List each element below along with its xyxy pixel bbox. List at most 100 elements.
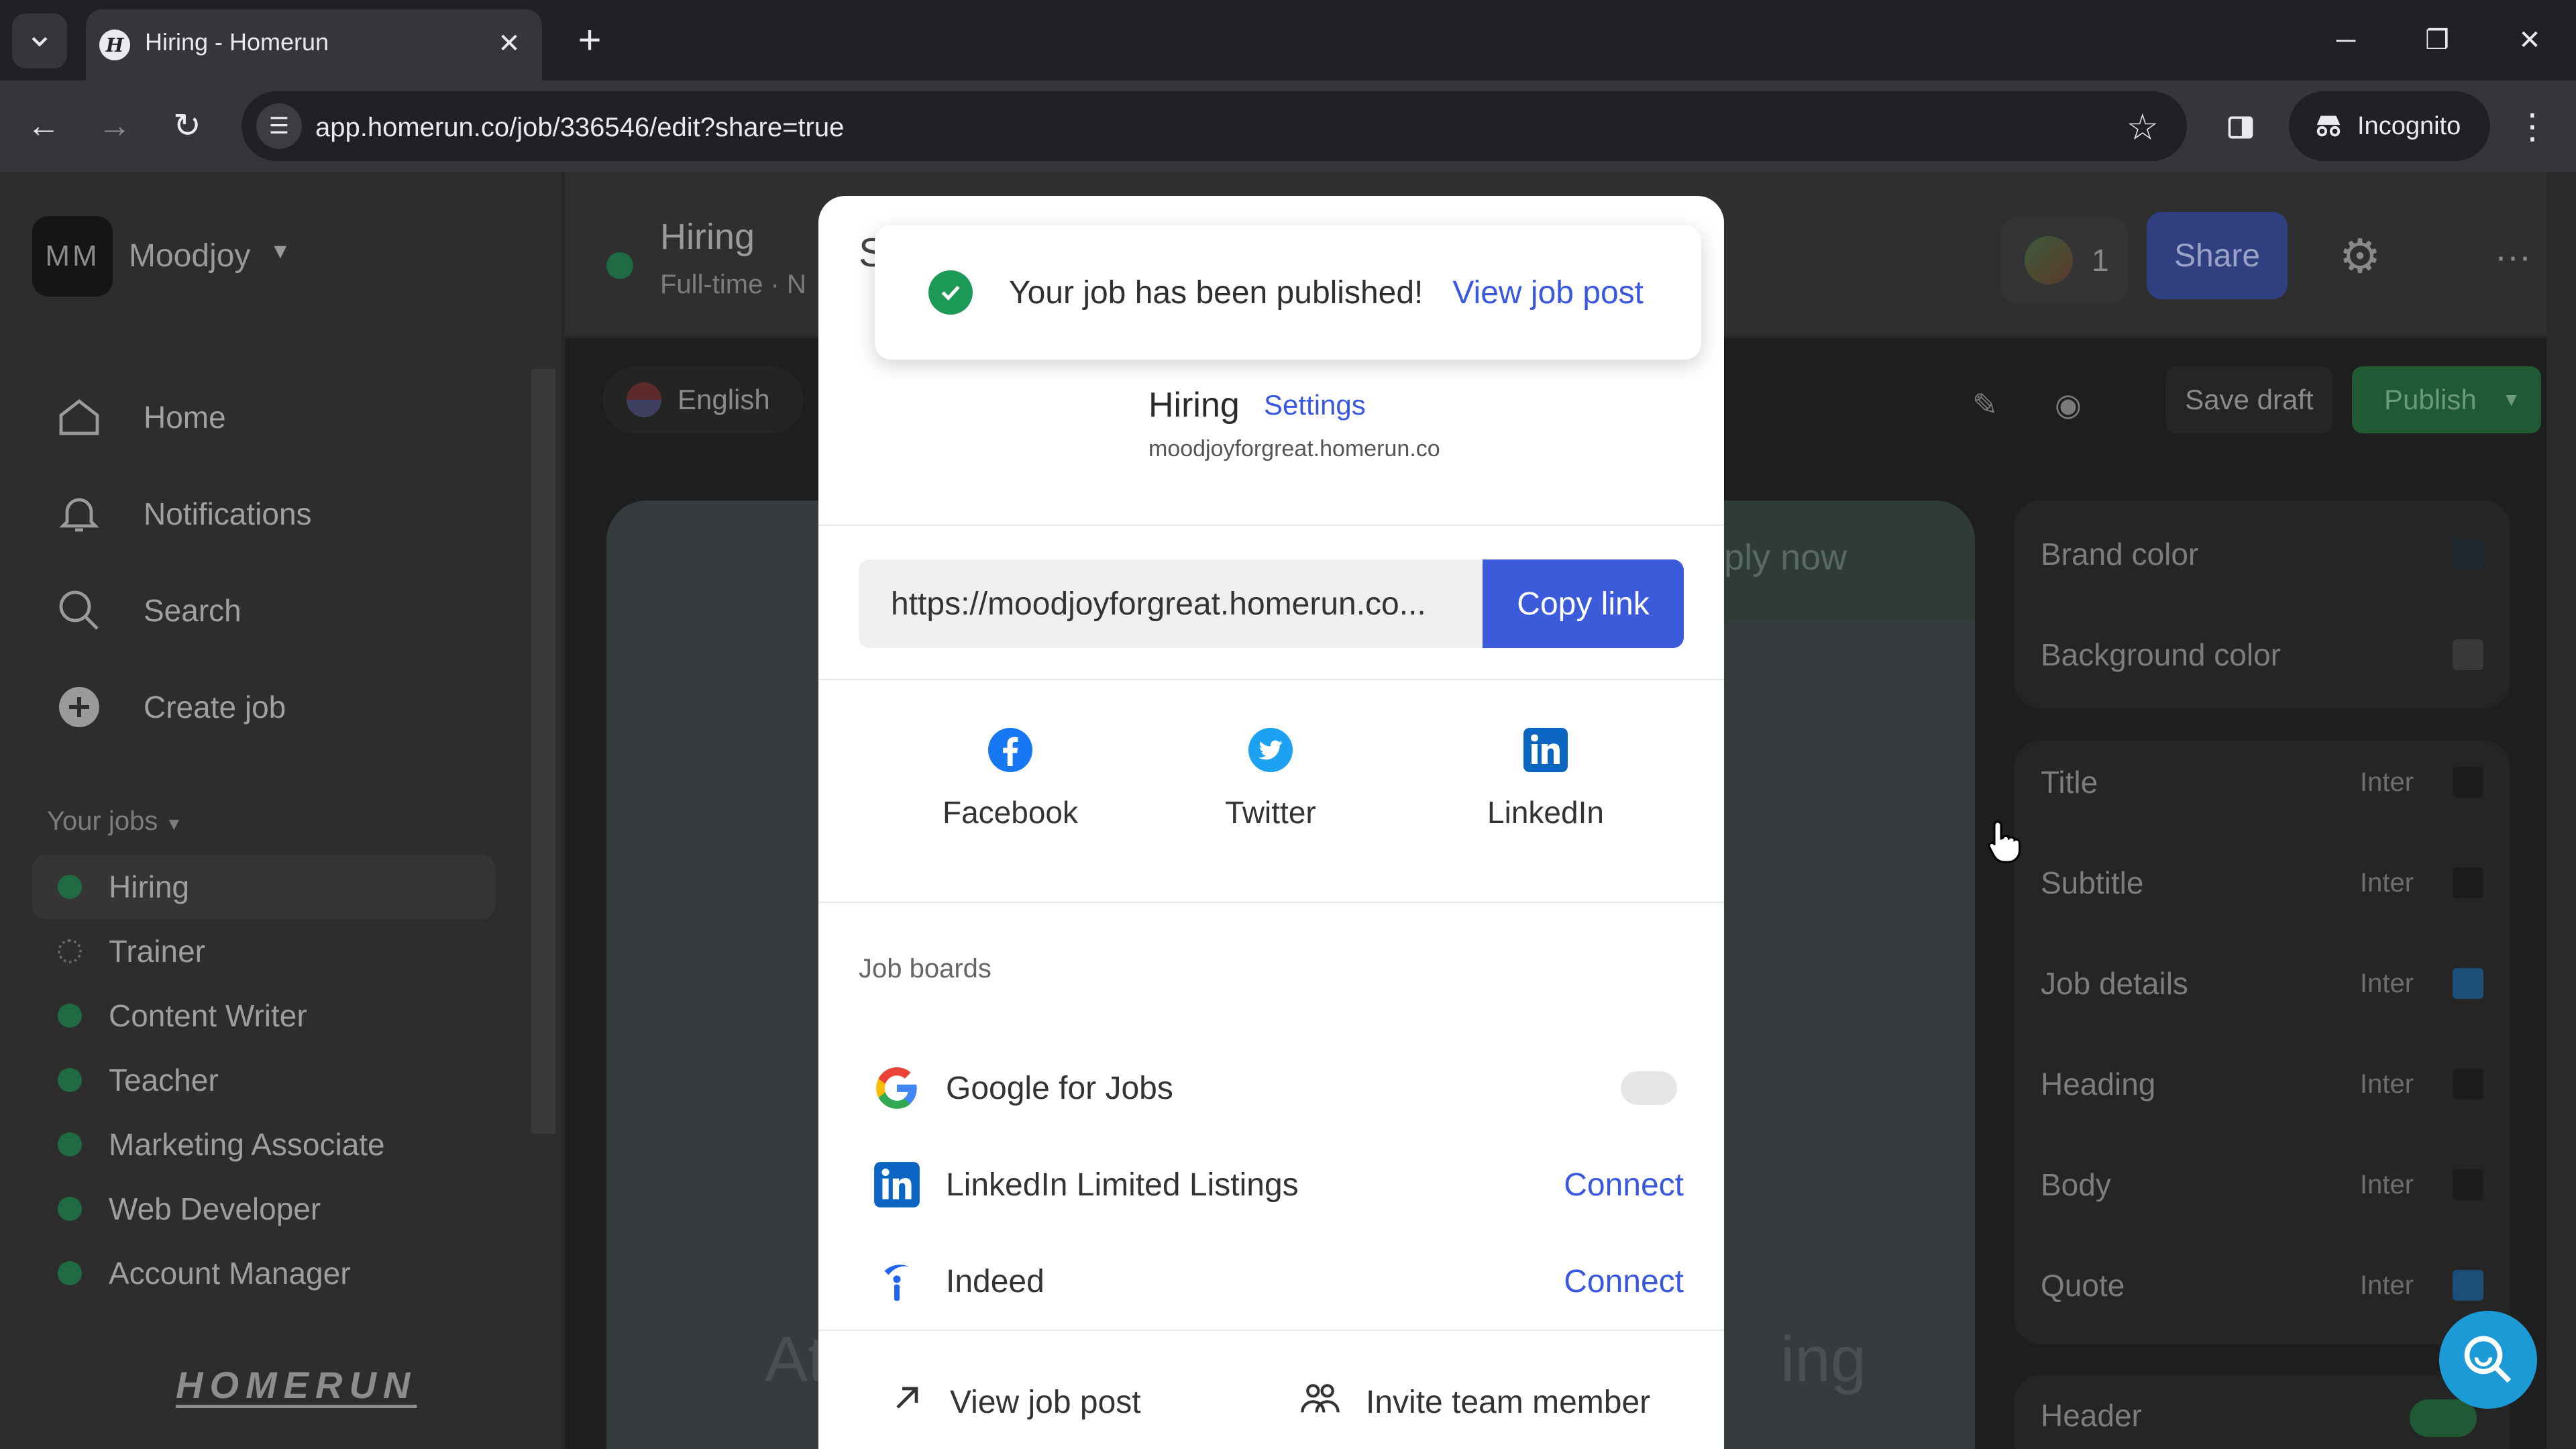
reload-icon[interactable]: ↻ xyxy=(158,97,216,154)
font-name[interactable]: Inter xyxy=(2360,767,2414,798)
language-select[interactable]: English xyxy=(602,366,804,433)
site-info-icon[interactable]: ☰ xyxy=(256,103,302,149)
eye-icon[interactable]: ◉ xyxy=(2038,374,2098,435)
bell-icon xyxy=(51,486,107,542)
your-jobs-label: Your jobs xyxy=(47,806,158,836)
side-panel-icon[interactable] xyxy=(2220,107,2261,148)
header-toggle[interactable] xyxy=(2410,1399,2477,1437)
save-draft-button[interactable]: Save draft xyxy=(2165,366,2333,433)
row-label: Title xyxy=(2041,765,2098,800)
address-url[interactable]: app.homerun.co/job/336546/edit?share=tru… xyxy=(315,113,844,143)
font-name[interactable]: Inter xyxy=(2360,1170,2414,1200)
page-scrollbar[interactable] xyxy=(2546,172,2576,1449)
row-label: Brand color xyxy=(2041,537,2199,572)
bookmark-star-icon[interactable]: ☆ xyxy=(2127,106,2159,148)
close-window-icon[interactable]: ✕ xyxy=(2500,13,2560,67)
job-board-label: Indeed xyxy=(946,1263,1044,1299)
font-name[interactable]: Inter xyxy=(2360,1069,2414,1099)
job-item-account-manager[interactable]: Account Manager xyxy=(32,1241,495,1305)
typography-row[interactable]: Title Inter xyxy=(2041,755,2483,809)
workspace-avatar[interactable]: MM xyxy=(32,216,113,297)
indeed-connect-button[interactable]: Connect xyxy=(1564,1263,1684,1300)
row-label: Body xyxy=(2041,1167,2111,1202)
typography-row[interactable]: Heading Inter xyxy=(2041,1057,2483,1111)
caret-down-icon: ▼ xyxy=(2502,389,2521,410)
hand-cursor-icon xyxy=(1988,820,2021,863)
gear-icon[interactable]: ⚙ xyxy=(2328,224,2392,288)
job-item-content-writer[interactable]: Content Writer xyxy=(32,983,495,1048)
back-arrow-icon[interactable]: ← xyxy=(15,97,72,154)
color-swatch[interactable] xyxy=(2453,968,2483,999)
nav-notifications[interactable]: Notifications xyxy=(51,480,312,547)
publish-button[interactable]: Publish ▼ xyxy=(2352,366,2541,433)
sidebar-scrollbar[interactable] xyxy=(531,369,555,1134)
color-swatch[interactable] xyxy=(2453,639,2483,670)
font-name[interactable]: Inter xyxy=(2360,969,2414,999)
color-swatch[interactable] xyxy=(2453,1270,2483,1301)
color-swatch[interactable] xyxy=(2453,1169,2483,1200)
check-circle-icon xyxy=(928,270,973,315)
typography-row[interactable]: Body Inter xyxy=(2041,1158,2483,1212)
restore-icon[interactable]: ❐ xyxy=(2407,13,2467,67)
social-label: Twitter xyxy=(1225,795,1316,830)
job-label: Trainer xyxy=(109,934,205,969)
minimize-icon[interactable]: ─ xyxy=(2316,13,2376,67)
nav-create-job[interactable]: Create job xyxy=(51,674,286,741)
nav-home[interactable]: Home xyxy=(51,384,226,451)
browser-toolbar: ← → ↻ ☰ app.homerun.co/job/336546/edit?s… xyxy=(0,80,2576,172)
status-dot xyxy=(58,1004,82,1028)
footer-view-job-post[interactable]: View job post xyxy=(888,1368,1141,1436)
workspace-name[interactable]: Moodjoy xyxy=(129,237,250,274)
tab-search-button[interactable] xyxy=(12,13,67,68)
your-jobs-toggle[interactable]: Your jobs ▼ xyxy=(47,806,182,837)
new-tab-button[interactable]: + xyxy=(568,17,612,62)
copy-link-button[interactable]: Copy link xyxy=(1483,559,1684,648)
brand-color-row[interactable]: Brand color xyxy=(2041,527,2483,581)
viewers-indicator[interactable]: 1 xyxy=(2000,217,2128,303)
view-job-post-link[interactable]: View job post xyxy=(1452,274,1644,311)
typography-row[interactable]: Subtitle Inter xyxy=(2041,856,2483,910)
job-board-label: LinkedIn Limited Listings xyxy=(946,1167,1299,1203)
color-swatch[interactable] xyxy=(2453,539,2483,570)
nav-search[interactable]: Search xyxy=(51,577,241,644)
job-title: Hiring xyxy=(660,217,755,257)
footer-invite-team-member[interactable]: Invite team member xyxy=(1299,1368,1650,1436)
settings-link[interactable]: Settings xyxy=(1264,389,1366,421)
caret-down-icon[interactable]: ▼ xyxy=(270,239,291,264)
color-swatch[interactable] xyxy=(2453,867,2483,898)
linkedin-connect-button[interactable]: Connect xyxy=(1564,1167,1684,1203)
share-linkedin-button[interactable]: LinkedIn xyxy=(1458,726,1633,830)
color-swatch[interactable] xyxy=(2453,767,2483,798)
google-jobs-toggle[interactable] xyxy=(1621,1071,1677,1105)
job-item-teacher[interactable]: Teacher xyxy=(32,1048,495,1112)
address-bar[interactable]: ☰ app.homerun.co/job/336546/edit?share=t… xyxy=(241,91,2187,161)
share-facebook-button[interactable]: Facebook xyxy=(923,726,1097,830)
browser-tab[interactable]: H Hiring - Homerun ✕ xyxy=(86,9,542,80)
share-link-field[interactable]: https://moodjoyforgreat.homerun.co... xyxy=(859,559,1496,648)
typography-row[interactable]: Job details Inter xyxy=(2041,957,2483,1010)
incognito-indicator[interactable]: Incognito xyxy=(2289,91,2490,161)
help-search-button[interactable] xyxy=(2439,1311,2537,1409)
more-options-icon[interactable]: ··· xyxy=(2481,224,2545,288)
background-color-row[interactable]: Background color xyxy=(2041,628,2483,682)
job-item-marketing-associate[interactable]: Marketing Associate xyxy=(32,1112,495,1177)
nav-label: Notifications xyxy=(144,496,312,531)
google-icon xyxy=(872,1063,922,1113)
close-tab-icon[interactable]: ✕ xyxy=(491,25,527,62)
font-name[interactable]: Inter xyxy=(2360,1271,2414,1301)
job-item-trainer[interactable]: Trainer xyxy=(32,919,495,983)
nav-label: Home xyxy=(144,400,226,435)
job-item-hiring[interactable]: Hiring xyxy=(32,855,495,919)
typography-row[interactable]: Quote Inter xyxy=(2041,1258,2483,1312)
divider xyxy=(818,525,1724,526)
browser-menu-icon[interactable]: ⋮ xyxy=(2509,98,2556,156)
pencil-icon[interactable]: ✎ xyxy=(1955,374,2015,435)
share-twitter-button[interactable]: Twitter xyxy=(1183,726,1358,830)
forward-arrow-icon[interactable]: → xyxy=(86,97,144,154)
preview-heading-left: At xyxy=(765,1324,826,1395)
color-swatch[interactable] xyxy=(2453,1069,2483,1099)
font-name[interactable]: Inter xyxy=(2360,868,2414,898)
share-button[interactable]: Share xyxy=(2147,212,2288,299)
job-item-web-developer[interactable]: Web Developer xyxy=(32,1177,495,1241)
preview-heading-right: ing xyxy=(1780,1324,1867,1395)
